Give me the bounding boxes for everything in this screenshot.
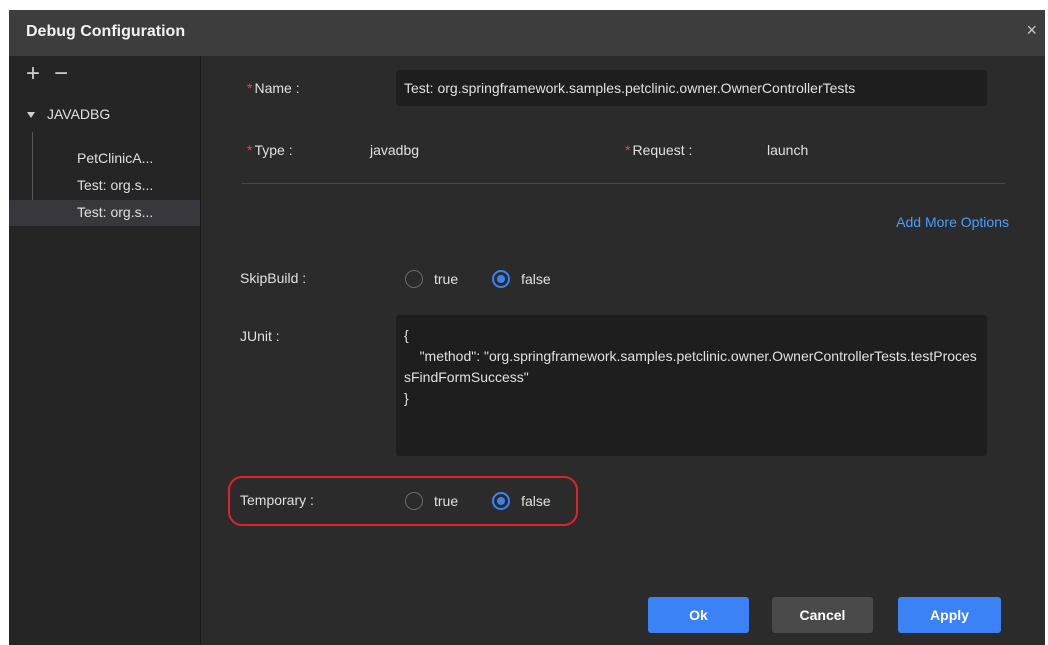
skipbuild-radio-group: true false — [405, 267, 573, 291]
required-marker: * — [247, 142, 253, 158]
junit-label: JUnit : — [240, 328, 280, 344]
tree-item-label: PetClinicA... — [77, 150, 154, 166]
configuration-form: *Name : *Type : javadbg *Request : launc… — [201, 56, 1045, 645]
tree-root-label: JAVADBG — [47, 106, 111, 122]
remove-configuration-icon[interactable]: − — [54, 62, 68, 86]
temporary-true-option[interactable]: true — [405, 492, 458, 510]
close-icon[interactable]: × — [1026, 20, 1037, 41]
tree-item-label: Test: org.s... — [77, 204, 154, 220]
option-label: true — [434, 271, 459, 287]
temporary-radio-group: true false — [405, 489, 573, 513]
name-input[interactable] — [396, 70, 987, 106]
debug-configuration-dialog: Debug Configuration × + − JAVADBG PetCli… — [9, 10, 1045, 645]
cancel-button[interactable]: Cancel — [772, 597, 873, 633]
request-value: launch — [767, 142, 809, 158]
chevron-down-icon[interactable] — [27, 112, 35, 119]
ok-button[interactable]: Ok — [648, 597, 749, 633]
option-label: true — [434, 493, 459, 509]
type-value: javadbg — [370, 142, 420, 158]
skipbuild-false-option[interactable]: false — [492, 270, 551, 288]
divider — [242, 183, 1005, 184]
radio-button-checked[interactable] — [492, 270, 511, 288]
title-bar: Debug Configuration × — [9, 10, 1045, 56]
type-label: * Type : — [247, 142, 293, 158]
name-label: * Name : — [247, 80, 300, 96]
skipbuild-true-option[interactable]: true — [405, 270, 458, 288]
option-label: false — [521, 271, 551, 287]
tree-item-petclinic-app[interactable]: PetClinicA... — [9, 146, 200, 172]
apply-button[interactable]: Apply — [898, 597, 1001, 633]
required-marker: * — [247, 80, 253, 96]
add-more-options-link[interactable]: Add More Options — [896, 214, 1009, 230]
add-configuration-icon[interactable]: + — [26, 62, 40, 86]
junit-editor[interactable]: { "method": "org.springframework.samples… — [396, 315, 987, 456]
tree-item-test-2[interactable]: Test: org.s... — [9, 200, 200, 226]
radio-button[interactable] — [405, 270, 423, 288]
tree-root-javadbg[interactable]: JAVADBG — [27, 106, 110, 122]
tree-item-label: Test: org.s... — [77, 177, 154, 193]
tree-item-test-1[interactable]: Test: org.s... — [9, 173, 200, 199]
dialog-title: Debug Configuration — [26, 23, 186, 40]
required-marker: * — [625, 142, 631, 158]
radio-button[interactable] — [405, 492, 423, 510]
temporary-false-option[interactable]: false — [492, 492, 551, 510]
skipbuild-label: SkipBuild : — [240, 270, 307, 286]
request-label: * Request : — [625, 142, 693, 158]
configuration-sidebar: + − JAVADBG PetClinicA... Test: org.s...… — [9, 56, 201, 645]
radio-button-checked[interactable] — [492, 492, 511, 510]
option-label: false — [521, 493, 551, 509]
temporary-label: Temporary : — [240, 492, 314, 508]
